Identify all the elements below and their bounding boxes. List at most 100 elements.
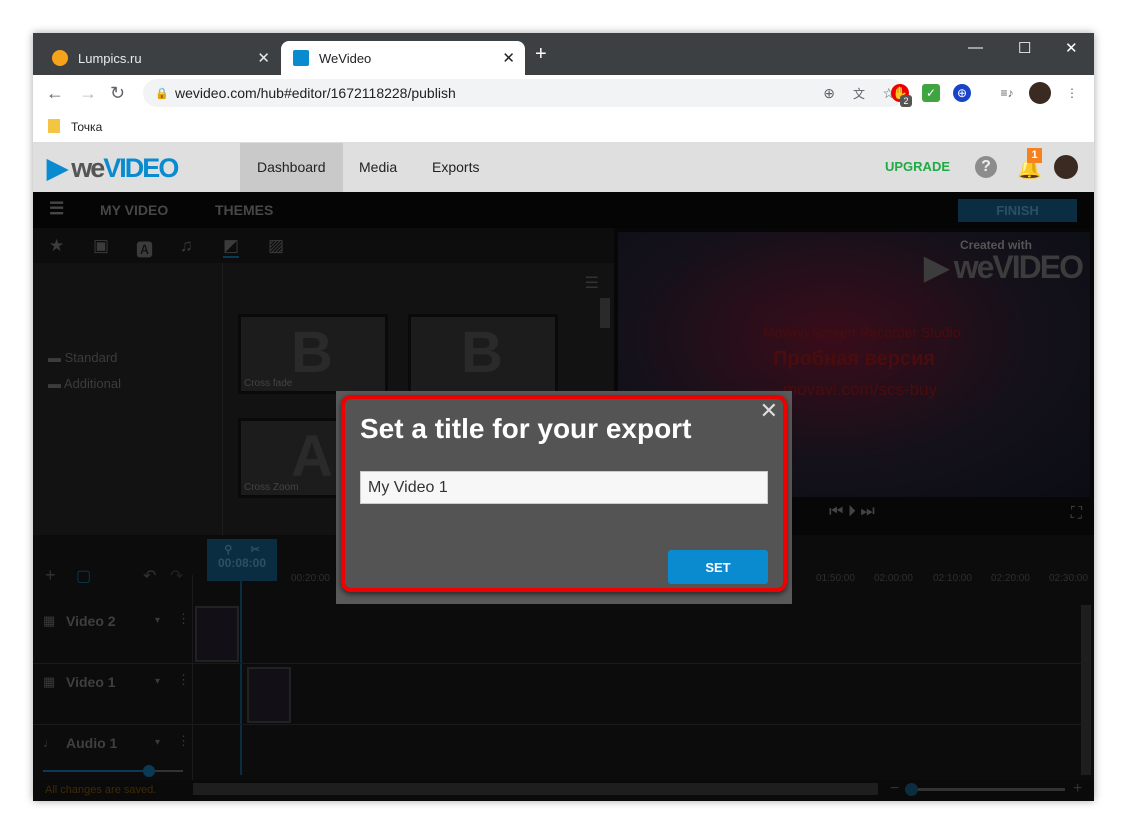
transition-preview-icon: A	[291, 424, 333, 489]
folder-additional[interactable]: ▬ Additional	[48, 376, 121, 391]
folder-standard[interactable]: ▬ Standard	[48, 350, 117, 365]
help-icon[interactable]: ?	[975, 156, 997, 178]
scrollbar[interactable]	[600, 298, 610, 328]
forward-icon[interactable]: →	[79, 83, 97, 104]
skip-forward-icon[interactable]: ⏭	[860, 503, 874, 520]
timeline-scrollbar[interactable]	[1081, 605, 1091, 775]
track-name: Video 2	[66, 613, 116, 629]
track-video-2: ▦ Video 2 ▾ ⋮	[33, 603, 1081, 664]
media-control-icon[interactable]: ≡♪	[998, 84, 1016, 102]
tab-label: Lumpics.ru	[78, 50, 142, 66]
url-input[interactable]: 🔒 wevideo.com/hub#editor/1672118228/publi…	[143, 79, 905, 107]
translate-icon[interactable]: 文	[853, 85, 865, 102]
volume-slider[interactable]	[43, 765, 183, 777]
star-icon[interactable]: ★	[49, 236, 64, 256]
transition-cross-fade[interactable]: B Cross fade	[238, 314, 388, 394]
checkmark-extension-icon[interactable]: ✓	[922, 84, 940, 102]
wevideo-logo[interactable]: ▶ weVIDEO	[47, 153, 179, 184]
upgrade-link[interactable]: UPGRADE	[885, 159, 950, 174]
select-icon[interactable]: ▢	[76, 566, 91, 586]
play-icon[interactable]: ⏵	[848, 503, 856, 520]
track-menu-icon[interactable]: ⋮	[177, 733, 190, 749]
chevron-down-icon[interactable]: ▾	[155, 676, 160, 687]
zoom-icon[interactable]: ⊕	[823, 85, 835, 102]
tick-label: 02:00:00	[874, 573, 913, 584]
skip-back-icon[interactable]: ⏮	[829, 503, 843, 520]
back-icon[interactable]: ←	[46, 83, 64, 104]
track-menu-icon[interactable]: ⋮	[177, 611, 190, 627]
close-tab-icon[interactable]: ✕	[502, 49, 515, 67]
playhead-time: 00:08:00	[217, 556, 267, 570]
pin-scissors-icon[interactable]: ⚲ ✂	[207, 543, 277, 556]
globe-extension-icon[interactable]: ⊕	[953, 84, 971, 102]
video-clip[interactable]	[247, 667, 291, 723]
chevron-down-icon[interactable]: ▾	[155, 615, 160, 626]
zoom-slider[interactable]	[905, 783, 1065, 796]
fullscreen-icon[interactable]: ⛶	[1071, 505, 1082, 523]
transitions-icon[interactable]: ◩	[223, 236, 240, 258]
themes-menu[interactable]: THEMES	[215, 202, 273, 218]
nav-exports[interactable]: Exports	[415, 143, 496, 192]
wevideo-favicon-icon	[293, 50, 309, 66]
nav-media[interactable]: Media	[342, 143, 414, 192]
export-title-input[interactable]	[360, 471, 768, 504]
set-button[interactable]: SET	[668, 550, 768, 584]
folder-star-icon[interactable]: ▣	[93, 236, 109, 256]
tab-lumpics[interactable]: Lumpics.ru ✕	[40, 41, 280, 75]
track-menu-icon[interactable]: ⋮	[177, 672, 190, 688]
adblock-badge: 2	[900, 95, 912, 107]
redo-icon[interactable]: ↷	[170, 566, 183, 586]
add-track-icon[interactable]: +	[45, 565, 56, 586]
app-header: ▶ weVIDEO Dashboard Media Exports UPGRAD…	[33, 143, 1094, 192]
video-clip[interactable]	[195, 606, 239, 662]
user-avatar[interactable]	[1054, 155, 1078, 179]
music-note-icon: ♩	[43, 735, 56, 750]
tick-label: 01:50:00	[816, 573, 855, 584]
watermark-logo: ▶ weVIDEO	[924, 249, 1084, 285]
horizontal-scrollbar[interactable]	[193, 783, 878, 795]
editor-toolbar: ☰ MY VIDEO THEMES FINISH	[33, 192, 1094, 228]
close-window-button[interactable]: ✕	[1065, 39, 1078, 57]
volume-handle[interactable]	[143, 765, 155, 777]
trial-text: Пробная версия	[773, 348, 936, 370]
hamburger-icon[interactable]: ☰	[49, 199, 64, 219]
close-icon[interactable]: ✕	[760, 398, 778, 424]
menu-dots-icon[interactable]: ⋮	[1063, 84, 1081, 102]
transition-item[interactable]: B	[408, 314, 558, 394]
finish-button[interactable]: FINISH	[958, 199, 1077, 222]
text-icon[interactable]: 🅰	[136, 236, 153, 261]
new-tab-button[interactable]: +	[535, 43, 547, 66]
playhead-marker[interactable]: ⚲ ✂ 00:08:00	[207, 539, 277, 581]
zoom-handle[interactable]	[905, 783, 918, 796]
zoom-out-icon[interactable]: −	[890, 780, 899, 798]
tick-label: 00:20:00	[291, 573, 330, 584]
bookmarks-bar: Точка	[33, 111, 1094, 143]
notification-badge: 1	[1027, 148, 1042, 163]
track-video-1: ▦ Video 1 ▾ ⋮	[33, 664, 1081, 725]
tick-label: 02:20:00	[991, 573, 1030, 584]
images-icon[interactable]: ▨	[268, 236, 284, 256]
film-icon: ▦	[43, 674, 56, 689]
zoom-in-icon[interactable]: +	[1073, 780, 1082, 798]
nav-dashboard[interactable]: Dashboard	[240, 143, 343, 192]
my-video-menu[interactable]: MY VIDEO	[100, 202, 168, 218]
reload-icon[interactable]: ↻	[110, 83, 125, 104]
list-menu-icon[interactable]: ☰	[585, 273, 599, 293]
music-icon[interactable]: ♫	[180, 236, 193, 256]
undo-icon[interactable]: ↶	[143, 566, 156, 586]
trial-text: movavi.com/scs-buy	[783, 380, 937, 399]
close-tab-icon[interactable]: ✕	[257, 49, 270, 67]
maximize-button[interactable]: ☐	[1018, 39, 1031, 57]
dialog-content: Set a title for your export ✕ SET	[341, 395, 787, 592]
transition-preview-icon: B	[291, 320, 333, 385]
browser-window: Lumpics.ru ✕ WeVideo ✕ + — ☐ ✕ ← → ↻ 🔒 wevi…	[33, 33, 1094, 801]
chevron-down-icon[interactable]: ▾	[155, 737, 160, 748]
lock-icon: 🔒	[155, 87, 169, 100]
bookmark-item[interactable]: Точка	[71, 120, 102, 134]
folder-label: Additional	[63, 376, 122, 391]
tab-wevideo[interactable]: WeVideo ✕	[281, 41, 525, 75]
minimize-button[interactable]: —	[968, 39, 983, 56]
tab-label: WeVideo	[319, 50, 372, 66]
profile-avatar[interactable]	[1029, 82, 1051, 104]
divider	[222, 263, 223, 535]
